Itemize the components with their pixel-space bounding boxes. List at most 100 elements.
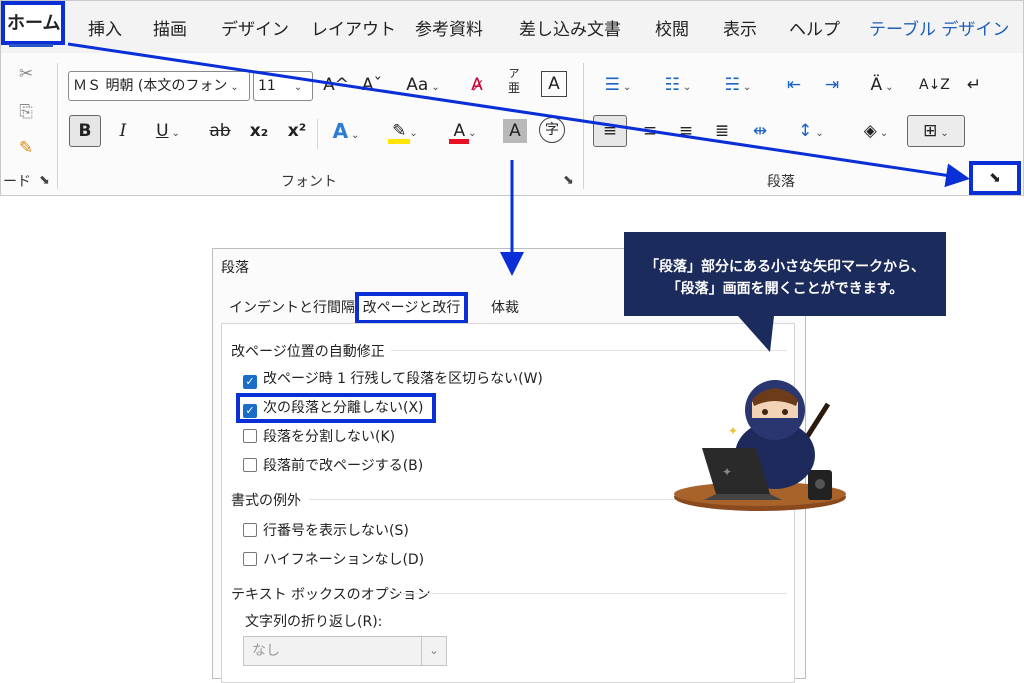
show-marks-button[interactable]: ↵ — [959, 70, 989, 100]
phonetic-guide-button[interactable]: ア 亜 — [501, 67, 527, 99]
tab-references[interactable]: 参考資料 — [415, 15, 483, 40]
tab-view[interactable]: 表示 — [723, 15, 757, 40]
checkbox-keep-lines-together-box[interactable] — [243, 429, 257, 443]
decrease-indent-icon[interactable]: ⇤ — [779, 70, 809, 100]
distributed-icon[interactable]: ⇹ — [745, 116, 775, 146]
tab-layout[interactable]: レイアウト — [311, 15, 396, 40]
section-textbox-options: テキスト ボックスのオプション — [231, 587, 431, 603]
tab-table-design[interactable]: テーブル デザイン — [869, 15, 1009, 40]
character-border-button[interactable]: A — [541, 71, 567, 97]
checkbox-widow-control[interactable]: ✓ 改ページ時 1 行残して段落を区切らない(W) — [243, 370, 543, 389]
tab-line-page-breaks-label: 改ページと改行 — [362, 300, 461, 316]
highlighter-icon: ✎ — [388, 116, 411, 146]
strikethrough-button[interactable]: ab — [205, 116, 235, 146]
format-painter-icon[interactable]: ✎ — [13, 133, 39, 163]
asian-layout-icon[interactable]: Ä ⌄ — [857, 70, 907, 100]
subscript-button[interactable]: x₂ — [245, 116, 273, 146]
checkbox-keep-lines-together-label: 段落を分割しない(K) — [263, 429, 396, 445]
callout-line-1: 「段落」部分にある小さな矢印マークから、 — [645, 259, 925, 275]
checkbox-keep-with-next-label: 次の段落と分離しない(X) — [263, 400, 424, 416]
checkbox-page-break-before-box[interactable] — [243, 458, 257, 472]
enclose-characters-button[interactable]: 字 — [539, 117, 565, 143]
font-name-value: ＭＳ 明朝 (本文のフォン — [73, 78, 228, 94]
wrap-label: 文字列の折り返し(R): — [245, 614, 383, 630]
font-color-glyph-wrap: A — [449, 116, 470, 146]
checkbox-page-break-before[interactable]: 段落前で改ページする(B) — [243, 457, 423, 475]
checkbox-suppress-line-numbers[interactable]: 行番号を表示しない(S) — [243, 522, 409, 540]
wrap-select[interactable]: なし ⌄ — [243, 636, 447, 666]
align-right-icon[interactable]: ≡ — [671, 116, 701, 146]
dialog-title: 段落 — [221, 260, 249, 276]
checkbox-no-hyphenation-box[interactable] — [243, 552, 257, 566]
ribbon-tab-bar: ホーム 挿入 描画 デザイン レイアウト 参考資料 差し込み文書 校閲 表示 ヘ… — [1, 1, 1023, 53]
ribbon-body: ✂ ⎘ ✎ ード ⬊ ＭＳ 明朝 (本文のフォン ⌄ 11 ⌄ A^ Aˇ Aa ⌄ … — [1, 53, 1023, 195]
tab-draw[interactable]: 描画 — [153, 15, 187, 40]
clipboard-launcher-icon[interactable]: ⬊ — [39, 173, 50, 188]
highlight-button[interactable]: ✎ ⌄ — [381, 116, 429, 146]
underline-glyph: U — [156, 121, 169, 141]
cut-icon[interactable]: ✂ — [13, 59, 39, 89]
borders-button[interactable]: ⊞ ⌄ — [907, 115, 965, 147]
tab-insert[interactable]: 挿入 — [88, 15, 122, 40]
tab-asian-typography[interactable]: 体裁 — [491, 297, 519, 317]
change-case-button[interactable]: Aa ⌄ — [399, 70, 447, 100]
sort-button[interactable]: A↓Z — [919, 70, 950, 100]
group-label-font: フォント — [281, 174, 337, 190]
checkbox-widow-control-label: 改ページ時 1 行残して段落を区切らない(W) — [263, 371, 543, 387]
checkbox-suppress-line-numbers-label: 行番号を表示しない(S) — [263, 523, 409, 539]
section-formatting-exceptions: 書式の例外 — [231, 493, 301, 509]
underline-button[interactable]: U ⌄ — [145, 116, 191, 146]
font-size-value: 11 — [258, 78, 276, 94]
group-label-paragraph: 段落 — [767, 174, 795, 190]
line-spacing-button[interactable]: ↕ ⌄ — [787, 116, 835, 146]
font-color-glyph: A — [453, 121, 466, 141]
font-size-select[interactable]: 11 ⌄ — [253, 71, 313, 101]
checkbox-page-break-before-label: 段落前で改ページする(B) — [263, 458, 424, 474]
ribbon: ホーム 挿入 描画 デザイン レイアウト 参考資料 差し込み文書 校閲 表示 ヘ… — [0, 0, 1024, 196]
shading-button[interactable]: ◈ ⌄ — [853, 116, 899, 146]
tab-home[interactable]: ホーム — [1, 1, 65, 47]
callout-bubble: 「段落」部分にある小さな矢印マークから、 「段落」画面を開くことができます。 — [624, 232, 946, 316]
checkbox-widow-control-box[interactable]: ✓ — [243, 375, 257, 389]
copy-icon[interactable]: ⎘ — [13, 97, 39, 127]
tab-home-label: ホーム — [7, 13, 61, 34]
align-left-icon[interactable]: ≡ — [593, 115, 627, 147]
font-color-button[interactable]: A ⌄ — [441, 116, 489, 146]
tab-indents-spacing[interactable]: インデントと行間隔 — [229, 297, 355, 317]
tab-design[interactable]: デザイン — [221, 15, 289, 40]
tab-mailings[interactable]: 差し込み文書 — [519, 15, 621, 40]
superscript-button[interactable]: x² — [283, 116, 311, 146]
increase-indent-icon[interactable]: ⇥ — [817, 70, 847, 100]
multilevel-list-button[interactable]: ☵ ⌄ — [715, 70, 761, 100]
phonetic-bottom: 亜 — [507, 81, 520, 95]
italic-button[interactable]: I — [111, 116, 135, 146]
checkbox-keep-with-next[interactable]: ✓ 次の段落と分離しない(X) — [243, 399, 424, 418]
tab-line-page-breaks[interactable]: 改ページと改行 — [355, 292, 468, 324]
group-label-clipboard: ード — [3, 174, 31, 190]
justify-icon[interactable]: ≣ — [707, 116, 737, 146]
numbering-button[interactable]: ☷ ⌄ — [655, 70, 701, 100]
shrink-font-button[interactable]: Aˇ — [357, 70, 387, 100]
bold-button[interactable]: B — [69, 115, 101, 147]
tab-review[interactable]: 校閲 — [655, 15, 689, 40]
phonetic-top: ア — [508, 67, 520, 80]
change-case-glyph: Aa — [406, 75, 429, 95]
tab-help[interactable]: ヘルプ — [789, 15, 840, 40]
checkbox-suppress-line-numbers-box[interactable] — [243, 523, 257, 537]
font-launcher-icon[interactable]: ⬊ — [563, 173, 574, 188]
chevron-down-icon: ⌄ — [421, 637, 446, 665]
checkbox-no-hyphenation-label: ハイフネーションなし(D) — [263, 552, 425, 568]
grow-font-button[interactable]: A^ — [321, 70, 351, 100]
paragraph-launcher-button[interactable]: ⬊ — [969, 161, 1021, 195]
callout-line-2: 「段落」画面を開くことができます。 — [666, 281, 904, 297]
font-name-select[interactable]: ＭＳ 明朝 (本文のフォン ⌄ — [68, 71, 250, 101]
bullets-button[interactable]: ☰ ⌄ — [595, 70, 641, 100]
checkbox-no-hyphenation[interactable]: ハイフネーションなし(D) — [243, 551, 424, 569]
clear-formatting-icon[interactable]: A̷ — [463, 70, 491, 100]
align-center-icon[interactable]: ≡ — [635, 116, 665, 146]
section-pagination: 改ページ位置の自動修正 — [231, 344, 385, 360]
checkbox-keep-with-next-box[interactable]: ✓ — [243, 404, 257, 418]
checkbox-keep-lines-together[interactable]: 段落を分割しない(K) — [243, 428, 395, 446]
character-shading-button[interactable]: A — [503, 119, 527, 143]
text-effects-button[interactable]: A ⌄ — [323, 116, 369, 146]
